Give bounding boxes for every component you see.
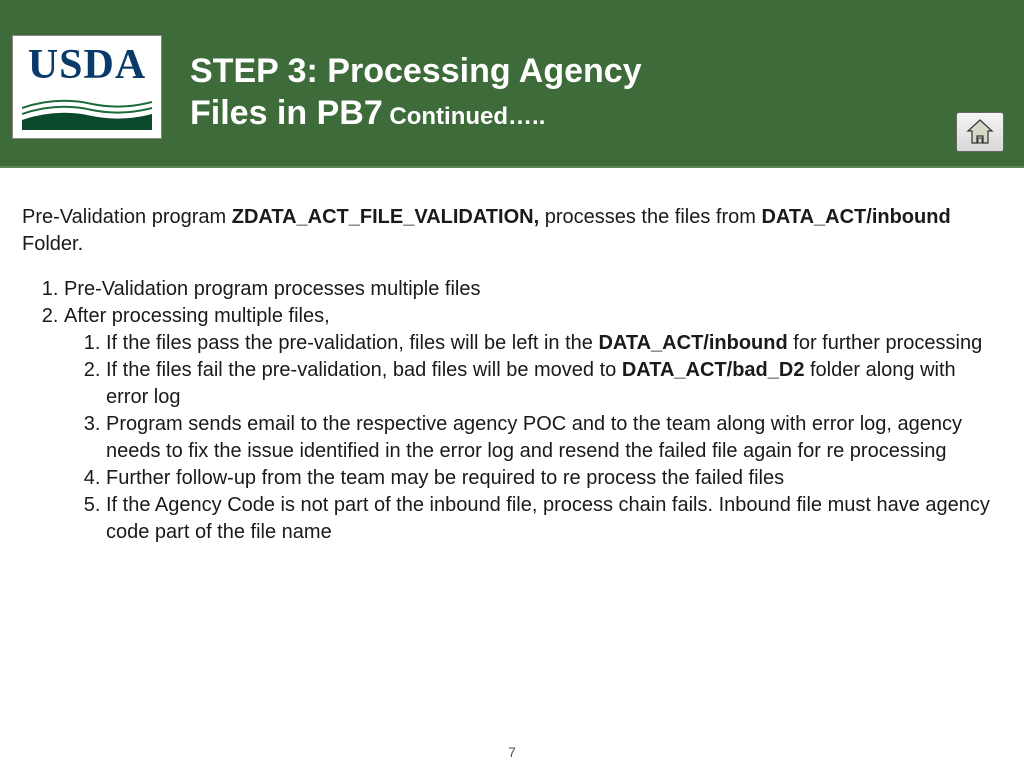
list-item: Pre-Validation program processes multipl… xyxy=(64,276,1002,303)
list-item-text: After processing multiple files, xyxy=(64,305,330,327)
logo-text: USDA xyxy=(28,44,146,86)
sub-text: If the files fail the pre-validation, ba… xyxy=(106,359,622,381)
list-item: Program sends email to the respective ag… xyxy=(106,411,1002,465)
list-item: If the files pass the pre-validation, fi… xyxy=(106,330,1002,357)
title-line-2: Files in PB7 Continued….. xyxy=(190,92,642,135)
home-icon xyxy=(965,118,995,146)
slide-body: Pre-Validation program ZDATA_ACT_FILE_VA… xyxy=(0,168,1024,546)
page-number: 7 xyxy=(0,744,1024,760)
sub-folder-name: DATA_ACT/bad_D2 xyxy=(622,359,805,381)
list-item: After processing multiple files, If the … xyxy=(64,303,1002,546)
title-line-1: STEP 3: Processing Agency xyxy=(190,50,642,93)
intro-program-name: ZDATA_ACT_FILE_VALIDATION, xyxy=(232,206,539,228)
list-item: If the Agency Code is not part of the in… xyxy=(106,492,1002,546)
usda-logo-art xyxy=(22,88,152,130)
title-main: Files in PB7 xyxy=(190,94,383,132)
intro-text: processes the files from xyxy=(539,206,761,228)
intro-paragraph: Pre-Validation program ZDATA_ACT_FILE_VA… xyxy=(22,204,1002,258)
slide-header: USDA STEP 3: Processing Agency Files in … xyxy=(0,0,1024,168)
intro-folder-name: DATA_ACT/inbound xyxy=(761,206,950,228)
numbered-sublist: If the files pass the pre-validation, fi… xyxy=(64,330,1002,546)
sub-text: If the files pass the pre-validation, fi… xyxy=(106,332,598,354)
home-button[interactable] xyxy=(956,112,1004,152)
list-item: Further follow-up from the team may be r… xyxy=(106,465,1002,492)
title-continued: Continued….. xyxy=(383,103,546,130)
slide-title: STEP 3: Processing Agency Files in PB7 C… xyxy=(190,50,642,135)
usda-logo: USDA xyxy=(12,35,162,139)
list-item: If the files fail the pre-validation, ba… xyxy=(106,357,1002,411)
intro-text: Folder. xyxy=(22,233,83,255)
intro-text: Pre-Validation program xyxy=(22,206,232,228)
numbered-list: Pre-Validation program processes multipl… xyxy=(22,276,1002,546)
sub-folder-name: DATA_ACT/inbound xyxy=(598,332,787,354)
sub-text: for further processing xyxy=(788,332,983,354)
